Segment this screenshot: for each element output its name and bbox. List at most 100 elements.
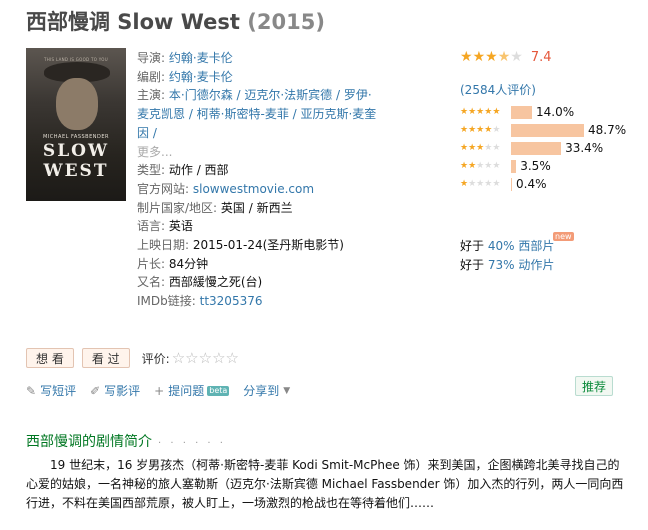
rate-star-icon[interactable]: ☆ [199,350,212,366]
poster-actor: MICHAEL FASSBENDER [43,134,109,140]
rating-dist-row: ★ ★ ★ ★ ★ 14.0% [460,103,630,121]
star-icon: ★ [468,106,477,117]
empty-star-icon: ★ [484,178,493,189]
dist-bar [511,177,512,191]
rate-label: 评价: [141,351,170,366]
better-western-link[interactable]: 40% 西部片 [488,239,555,253]
dist-percent: 48.7% [588,123,627,137]
country-row: 制片国家/地区: 英国 / 新西兰 [137,199,377,218]
genre-value: 动作 / 西部 [168,163,229,178]
recommend-button[interactable]: 推荐 [575,376,614,396]
dist-bar [511,123,584,137]
write-review-label: 写影评 [104,384,141,398]
empty-star-icon: ★ [476,160,485,171]
want-to-watch-button[interactable]: 想 看 [26,348,74,368]
rating-summary: ★ ★ ★ ★ ★ 7.4 [460,48,630,66]
genre-label: 类型: [137,163,166,178]
imdb-link[interactable]: tt3205376 [200,294,263,308]
language-value: 英语 [168,219,193,234]
movie-poster[interactable]: THIS LAND IS GOOD TO YOU MICHAEL FASSBEN… [26,48,126,201]
better-than: 好于 40% 西部片 好于 73% 动作片 [460,237,554,275]
runtime-value: 84分钟 [168,256,209,271]
dist-bar [511,105,532,119]
plus-icon: + [154,383,165,398]
rate-star-icon[interactable]: ☆ [226,350,239,366]
imdb-label: IMDb链接: [137,294,196,309]
empty-star-icon: ★ [468,178,477,189]
rating-distribution: ★ ★ ★ ★ ★ 14.0% ★ ★ ★ ★ ★ 48.7% ★ ★ ★ ★ ★ 33.4% ★ ★ ★ ★ ★ 3.5% ★… [460,103,630,193]
dist-stars: ★ ★ ★ ★ ★ [460,178,508,189]
poster-title-line2: WEST [43,161,109,181]
official-site-link[interactable]: slowwestmovie.com [193,182,314,196]
better-action-link[interactable]: 73% 动作片 [488,258,555,272]
star-icon: ★ [468,160,477,171]
half-star-icon: ★ [497,49,511,65]
empty-star-icon: ★ [510,49,523,65]
site-label: 官方网站: [137,181,190,196]
dist-bar [511,159,517,173]
star-icon: ★ [468,124,477,135]
dist-stars: ★ ★ ★ ★ ★ [460,142,508,153]
language-row: 语言: 英语 [137,217,377,236]
imdb-row: IMDb链接: tt3205376 [137,292,377,311]
cast-links[interactable]: 本·门德尔森 / 迈克尔·法斯宾德 / 罗伊·麦克凯恩 / 柯蒂·斯密特-麦菲 … [137,88,376,139]
rating-score: 7.4 [530,49,552,65]
interaction-toolbar: ✎ 写短评 ✐ 写影评 + 提问题 beta 分享到 ▼ [26,382,304,399]
comment-icon: ✎ [26,383,37,398]
poster-face-shape [56,78,98,130]
empty-star-icon: ★ [492,124,501,135]
share-dropdown[interactable]: 分享到 ▼ [243,382,290,399]
better-prefix: 好于 [460,239,485,253]
runtime-row: 片长: 84分钟 [137,255,377,274]
cast-label: 主演: [137,88,166,103]
writer-link[interactable]: 约翰·麦卡伦 [169,70,233,84]
rate-stars[interactable]: ☆ ☆ ☆ ☆ ☆ [172,350,239,366]
dist-percent: 3.5% [520,159,551,173]
rating-dist-row: ★ ★ ★ ★ ★ 0.4% [460,175,630,193]
writer-row: 编剧: 约翰·麦卡伦 [137,68,377,87]
country-value: 英国 / 新西兰 [220,200,293,215]
language-label: 语言: [137,219,166,234]
better-prefix: 好于 [460,258,485,272]
vote-count-link[interactable]: (2584人评价) [460,81,536,98]
star-icon: ★ [492,106,501,117]
pencil-icon: ✐ [90,383,101,398]
director-link[interactable]: 约翰·麦卡伦 [169,51,233,65]
rate-star-icon[interactable]: ☆ [185,350,198,366]
empty-star-icon: ★ [492,142,501,153]
rate-star-icon[interactable]: ☆ [172,350,185,366]
runtime-label: 片长: [137,256,166,271]
better-western-row: 好于 40% 西部片 [460,237,554,256]
site-row: 官方网站: slowwestmovie.com [137,180,377,199]
dist-stars: ★ ★ ★ ★ ★ [460,106,508,117]
synopsis-dots: · · · · · · [158,438,226,449]
dist-stars: ★ ★ ★ ★ ★ [460,124,508,135]
writer-label: 编剧: [137,69,166,84]
write-short-review-button[interactable]: ✎ 写短评 [26,382,76,399]
aka-row: 又名: 西部緩慢之死(台) [137,273,377,292]
action-bar: 想 看 看 过 评价: ☆ ☆ ☆ ☆ ☆ [26,348,239,368]
watched-button[interactable]: 看 过 [81,348,130,368]
cast-more-link[interactable]: 更多... [137,145,172,159]
dist-percent: 33.4% [565,141,604,155]
empty-star-icon: ★ [484,142,493,153]
synopsis-text: 19 世纪末，16 岁男孩杰（柯蒂·斯密特-麦菲 Kodi Smit-McPhe… [26,458,624,510]
average-stars: ★ ★ ★ ★ ★ [460,50,523,64]
new-badge: new [553,232,574,241]
star-icon: ★ [484,106,493,117]
director-row: 导演: 约翰·麦卡伦 [137,49,377,68]
rating-dist-row: ★ ★ ★ ★ ★ 48.7% [460,121,630,139]
dist-stars: ★ ★ ★ ★ ★ [460,160,508,171]
star-icon: ★ [484,124,493,135]
movie-name: 西部慢调 Slow West [26,10,240,34]
ask-question-button[interactable]: + 提问题 beta [154,382,230,399]
star-icon: ★ [460,178,469,189]
write-short-review-label: 写短评 [40,384,77,398]
director-label: 导演: [137,51,166,65]
rate-star-icon[interactable]: ☆ [212,350,225,366]
star-icon: ★ [476,106,485,117]
movie-year: (2015) [247,10,325,34]
aka-label: 又名: [137,275,166,290]
write-review-button[interactable]: ✐ 写影评 [90,382,140,399]
aka-value: 西部緩慢之死(台) [168,275,263,290]
